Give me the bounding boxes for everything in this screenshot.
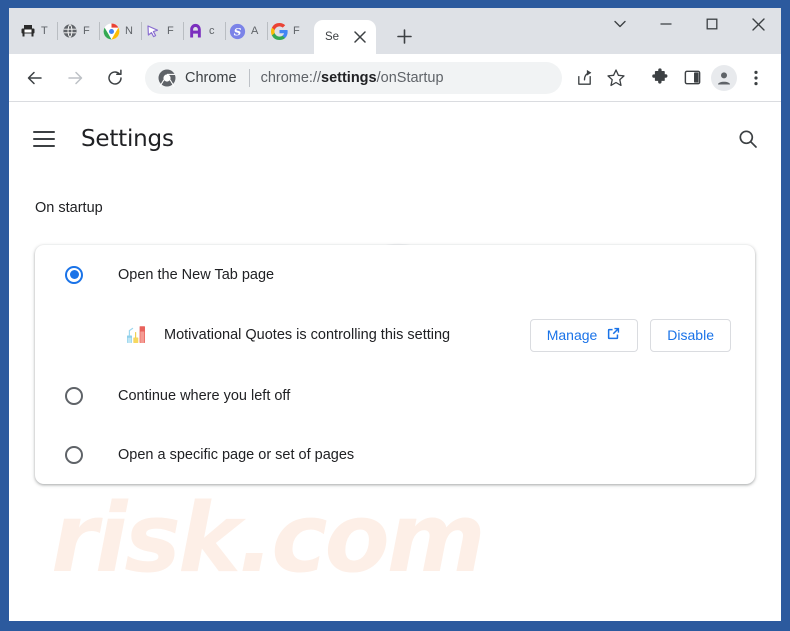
tab-title: c	[209, 25, 215, 37]
settings-header: Settings	[9, 102, 781, 154]
chrome-icon	[103, 23, 120, 40]
minimize-button[interactable]	[643, 8, 689, 40]
tab-title: F	[167, 25, 174, 37]
extensions-puzzle-icon[interactable]	[644, 62, 676, 94]
radio-label: Open the New Tab page	[118, 266, 275, 283]
tab-title: F	[83, 25, 90, 37]
active-tab-settings[interactable]: Se	[314, 20, 376, 54]
url-prefix: chrome://	[260, 69, 322, 86]
letter-a-icon	[187, 23, 204, 40]
omnibox-scheme-chip: Chrome	[185, 69, 237, 86]
reload-button[interactable]	[99, 62, 131, 94]
section-title-on-startup: On startup	[35, 200, 103, 216]
chrome-icon	[158, 69, 176, 87]
side-panel-icon[interactable]	[676, 62, 708, 94]
settings-page: PC risk.com Settings On startup	[9, 102, 781, 620]
radio-option-specific-pages[interactable]: Open a specific page or set of pages	[35, 425, 755, 484]
omnibox-divider	[248, 68, 250, 87]
radio-option-new-tab-page[interactable]: Open the New Tab page	[35, 245, 755, 304]
svg-text:S: S	[234, 26, 242, 38]
radio-button-unselected[interactable]	[65, 386, 83, 405]
share-icon[interactable]	[568, 62, 600, 94]
cursor-icon	[145, 23, 162, 40]
background-tab-1[interactable]: F	[57, 8, 100, 54]
browser-window-inner: T F N F c S A F Se Chrome chrome://setti…	[9, 8, 781, 621]
disable-button[interactable]: Disable	[650, 318, 731, 352]
close-button[interactable]	[735, 8, 781, 40]
close-icon[interactable]	[352, 29, 368, 45]
radio-label: Open a specific page or set of pages	[118, 446, 355, 463]
on-startup-card: Open the New Tab page Motivational Quote…	[35, 245, 755, 484]
google-icon	[271, 22, 288, 40]
omnibox-url: chrome://settings/onStartup	[261, 70, 444, 86]
manage-button[interactable]: Manage	[529, 318, 639, 352]
manage-button-label: Manage	[546, 327, 598, 343]
s-badge-icon: S	[229, 23, 246, 40]
window-controls	[597, 8, 781, 54]
tab-list: T F N F c S A F Se	[9, 8, 418, 54]
tab-title: A	[251, 25, 259, 37]
back-button[interactable]	[19, 62, 51, 94]
page-title: Settings	[81, 126, 174, 152]
extension-chart-icon	[123, 322, 149, 348]
forward-button[interactable]	[59, 62, 91, 94]
active-tab-title: Se	[325, 31, 340, 43]
profile-avatar-icon[interactable]	[708, 62, 740, 94]
extension-notice-actions: Manage Disable	[529, 318, 731, 352]
tab-search-button[interactable]	[597, 8, 643, 40]
background-tab-6[interactable]: F	[267, 8, 309, 54]
more-vertical-icon[interactable]	[740, 62, 772, 94]
background-tab-5[interactable]: S A	[225, 8, 268, 54]
globe-icon	[61, 23, 78, 40]
disable-button-label: Disable	[667, 327, 714, 343]
background-tab-3[interactable]: F	[141, 8, 184, 54]
radio-button-unselected[interactable]	[65, 445, 83, 464]
radio-label: Continue where you left off	[118, 387, 291, 404]
browser-window: T F N F c S A F Se Chrome chrome://setti…	[0, 0, 790, 631]
radio-option-continue-where-left-off[interactable]: Continue where you left off	[35, 366, 755, 425]
tab-title: F	[293, 25, 300, 37]
printer-icon	[19, 23, 36, 40]
tab-title: N	[125, 25, 133, 37]
url-bold-segment: settings	[321, 69, 377, 86]
search-icon[interactable]	[733, 124, 763, 154]
maximize-button[interactable]	[689, 8, 735, 40]
hamburger-menu-icon[interactable]	[33, 127, 57, 151]
extension-controlling-notice: Motivational Quotes is controlling this …	[35, 304, 755, 366]
background-tab-2[interactable]: N	[99, 8, 142, 54]
url-suffix: /onStartup	[376, 69, 444, 86]
watermark-bottom-text: risk.com	[51, 484, 486, 594]
tab-title: T	[41, 25, 48, 37]
avatar	[711, 64, 737, 91]
extension-notice-text: Motivational Quotes is controlling this …	[164, 327, 451, 343]
address-bar[interactable]: Chrome chrome://settings/onStartup	[145, 61, 562, 94]
radio-button-selected[interactable]	[65, 265, 83, 284]
background-tab-0[interactable]: T	[15, 8, 58, 54]
bookmark-star-icon[interactable]	[600, 62, 632, 94]
background-tab-4[interactable]: c	[183, 8, 226, 54]
new-tab-button[interactable]	[390, 22, 418, 50]
tab-strip: T F N F c S A F Se	[9, 8, 781, 54]
browser-toolbar: Chrome chrome://settings/onStartup	[9, 54, 781, 102]
external-link-icon	[606, 326, 621, 344]
